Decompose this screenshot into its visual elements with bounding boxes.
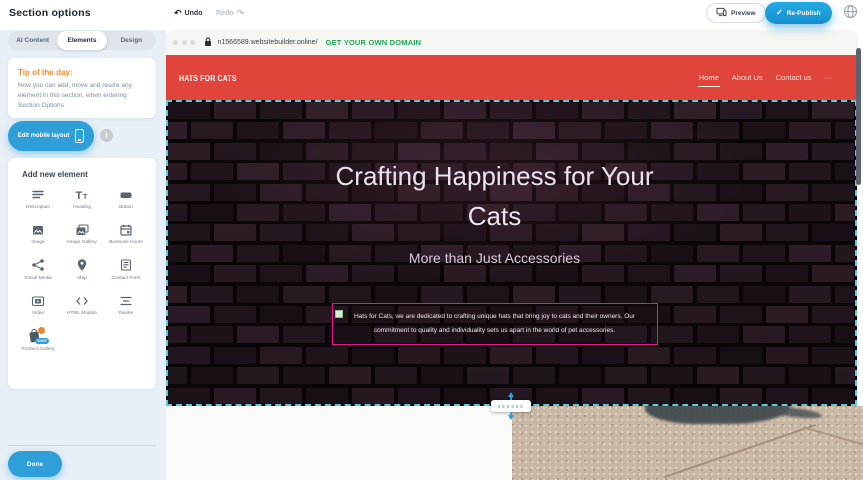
browser-dot — [182, 40, 187, 45]
svg-text:T: T — [83, 194, 88, 201]
element-social-media[interactable]: Social Media — [16, 258, 60, 282]
element-image-gallery[interactable]: Image Gallery — [60, 222, 104, 246]
shop-tag: SHOP — [35, 338, 49, 344]
scrollbar-thumb[interactable] — [856, 48, 861, 185]
hero-section[interactable]: Crafting Happiness for Your Cats More th… — [166, 100, 857, 406]
site-url: n1566589.websitebuilder.online/ — [218, 39, 318, 46]
section-resize-handle[interactable] — [490, 392, 532, 420]
image-gallery-icon — [75, 222, 89, 237]
heading-icon: TT — [75, 187, 89, 202]
description-icon — [31, 187, 45, 202]
element-drag-handle[interactable] — [335, 310, 343, 318]
edit-mobile-layout-button[interactable]: Edit mobile layout — [8, 121, 94, 151]
element-button[interactable]: Button — [104, 187, 148, 211]
hero-paragraph: Hats for Cats, we are dedicated to craft… — [341, 310, 649, 338]
browser-bar: n1566589.websitebuilder.online/ GET YOUR… — [166, 30, 858, 55]
globe-icon[interactable] — [843, 4, 858, 19]
redo-icon: ↷ — [237, 9, 245, 18]
element-html-module[interactable]: HTML Module — [60, 293, 104, 317]
check-icon: ✓ — [776, 9, 783, 17]
undo-label: Undo — [185, 10, 203, 17]
pavement-joint-line — [664, 424, 816, 478]
add-element-title: Add new element — [8, 158, 156, 187]
social-media-icon — [31, 258, 45, 273]
shop-badge-icon — [38, 327, 45, 334]
hero-heading[interactable]: Crafting Happiness for Your Cats — [330, 156, 660, 236]
redo-button[interactable]: Redo ↷ — [216, 9, 244, 18]
info-icon[interactable]: i — [100, 129, 113, 142]
site-logo[interactable]: HATS FOR CATS — [179, 73, 237, 83]
next-section-image — [512, 406, 863, 480]
browser-dot — [173, 40, 178, 45]
resize-grip[interactable] — [491, 400, 531, 412]
preview-label: Preview — [731, 10, 756, 17]
edit-mobile-label: Edit mobile layout — [18, 133, 70, 139]
get-domain-link[interactable]: GET YOUR OWN DOMAIN — [326, 38, 422, 47]
undo-icon: ↶ — [174, 9, 182, 18]
nav-contact-us[interactable]: Contact us — [776, 73, 812, 82]
nav-about-us[interactable]: About Us — [732, 73, 763, 82]
undo-button[interactable]: ↶ Undo — [174, 9, 202, 18]
element-description[interactable]: Description — [16, 187, 60, 211]
element-image[interactable]: Image — [16, 222, 60, 246]
tip-body: Now you can add, move and resize any ele… — [18, 81, 146, 110]
next-section-blank — [166, 406, 512, 480]
element-heading[interactable]: TT Heading — [60, 187, 104, 211]
republish-label: Re-Publish — [787, 10, 821, 17]
element-grid: Description TT Heading Button — [8, 187, 156, 353]
sidebar: AI Content Elements Design Tip of the da… — [0, 30, 166, 480]
devices-icon — [716, 7, 727, 19]
preview-button[interactable]: Preview — [706, 3, 766, 23]
tab-elements[interactable]: Elements — [57, 31, 106, 50]
sidebar-tabs: AI Content Elements Design — [8, 31, 156, 50]
business-hours-icon — [119, 222, 133, 237]
tab-ai-content[interactable]: AI Content — [8, 31, 57, 50]
html-module-icon — [75, 293, 89, 308]
app-root: Section options ↶ Undo Redo ↷ Preview ✓ … — [0, 0, 863, 480]
hero-content: Crafting Happiness for Your Cats More th… — [168, 102, 821, 404]
nav-more-icon[interactable]: ··· — [825, 73, 833, 82]
contact-form-icon — [119, 258, 133, 273]
tip-title: Tip of the day: — [18, 68, 146, 77]
map-icon — [75, 258, 89, 273]
video-icon — [31, 293, 45, 308]
tab-design[interactable]: Design — [107, 31, 156, 50]
image-icon — [31, 222, 45, 237]
lock-icon — [204, 34, 212, 52]
site-header: HATS FOR CATS Home About Us Contact us ·… — [166, 55, 858, 100]
element-business-hours[interactable]: Business Hours — [104, 222, 148, 246]
republish-button[interactable]: ✓ Re-Publish — [765, 2, 832, 24]
done-button[interactable]: Done — [8, 451, 62, 477]
hero-subheading[interactable]: More than Just Accessories — [295, 250, 695, 266]
phone-icon — [75, 129, 84, 143]
tip-card: Tip of the day: Now you can add, move an… — [8, 58, 156, 118]
resize-dashes-icon — [498, 405, 524, 408]
hero-paragraph-box[interactable]: Hats for Cats, we are dedicated to craft… — [332, 303, 658, 345]
site-nav: Home About Us Contact us ··· — [699, 73, 832, 82]
add-element-panel: Add new element Description TT Heading — [8, 158, 156, 389]
resize-arrow-down-icon — [508, 415, 514, 420]
svg-text:T: T — [76, 190, 83, 202]
element-map[interactable]: Map — [60, 258, 104, 282]
divider-icon — [119, 293, 133, 308]
browser-dot — [190, 40, 195, 45]
element-contact-form[interactable]: Contact Form — [104, 258, 148, 282]
button-icon — [119, 187, 133, 202]
element-product-gallery[interactable]: SHOP Product Gallery — [16, 329, 60, 353]
page-title: Section options — [9, 7, 91, 19]
sidebar-divider — [8, 445, 156, 446]
pavement-joint-line — [803, 426, 863, 447]
element-divider[interactable]: Divider — [104, 293, 148, 317]
cat-shadow-tail — [767, 406, 823, 420]
nav-home[interactable]: Home — [699, 73, 719, 82]
topbar: Section options ↶ Undo Redo ↷ Preview ✓ … — [0, 0, 863, 30]
redo-label: Redo — [216, 10, 234, 17]
product-gallery-icon: SHOP — [29, 329, 47, 344]
element-video[interactable]: Video — [16, 293, 60, 317]
